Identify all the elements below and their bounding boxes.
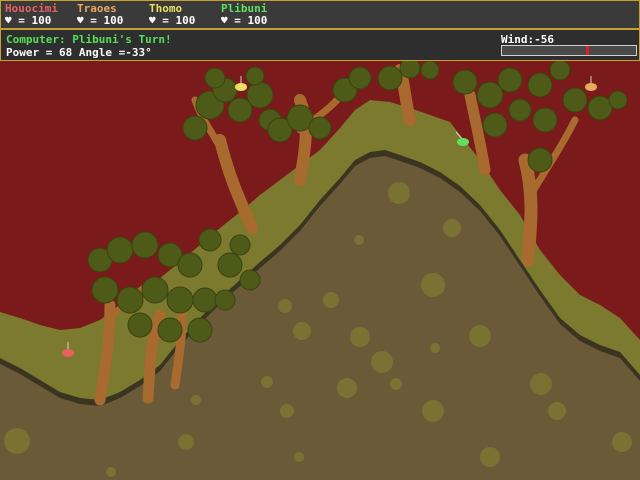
player-health: ♥ = 100 xyxy=(149,14,196,27)
player-traoes: Traoes ♥ = 100 xyxy=(77,3,123,27)
player-health: ♥ = 100 xyxy=(5,14,52,27)
player-thomo: Thomo ♥ = 100 xyxy=(149,3,195,27)
player-health: ♥ = 100 xyxy=(77,14,124,27)
wind-meter xyxy=(501,45,637,56)
player-houocimi: Houocimi ♥ = 100 xyxy=(5,3,58,27)
power-angle-readout: Power = 68 Angle =-33° xyxy=(6,46,152,59)
terrain-canvas[interactable] xyxy=(0,61,640,480)
wind-marker xyxy=(586,46,589,55)
game-screen: Houocimi ♥ = 100 Traoes ♥ = 100 Thomo ♥ … xyxy=(0,0,640,480)
player-scoreboard: Houocimi ♥ = 100 Traoes ♥ = 100 Thomo ♥ … xyxy=(0,0,640,29)
turn-status-bar: Computer: Plibuni's Turn! Power = 68 Ang… xyxy=(0,29,640,61)
turn-indicator: Computer: Plibuni's Turn! xyxy=(6,33,172,46)
battlefield[interactable] xyxy=(0,61,640,480)
player-plibuni: Plibuni ♥ = 100 xyxy=(221,3,267,27)
player-health: ♥ = 100 xyxy=(221,14,268,27)
